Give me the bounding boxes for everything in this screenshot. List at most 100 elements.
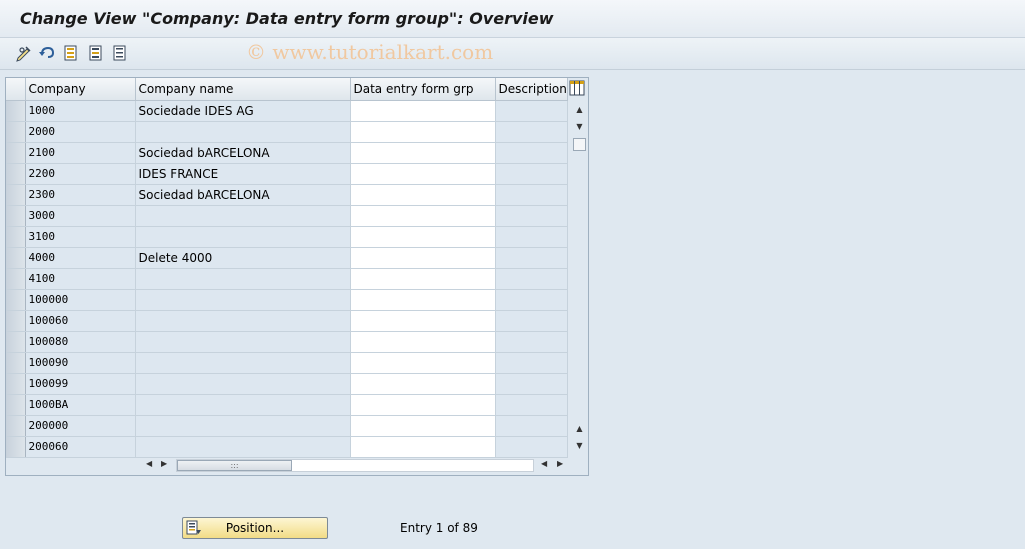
company-name-cell[interactable] [135, 394, 351, 416]
row-selector[interactable] [6, 289, 26, 311]
row-selector[interactable] [6, 205, 26, 227]
form-group-input[interactable] [350, 415, 496, 437]
table-row: 200060 [6, 436, 568, 458]
form-group-input[interactable] [350, 121, 496, 143]
description-cell [495, 247, 568, 269]
company-name-cell[interactable]: IDES FRANCE [135, 163, 351, 185]
company-cell[interactable]: 4100 [25, 268, 136, 290]
table-settings-button[interactable] [569, 80, 585, 96]
company-cell[interactable]: 2300 [25, 184, 136, 206]
select-all-button[interactable] [61, 43, 81, 63]
form-group-input[interactable] [350, 205, 496, 227]
horizontal-scroll-thumb[interactable]: ::: [177, 460, 292, 471]
scroll-left-arrow-icon[interactable]: ◀ [146, 459, 152, 468]
company-cell[interactable]: 100000 [25, 289, 136, 311]
company-name-cell[interactable] [135, 331, 351, 353]
form-group-input[interactable] [350, 142, 496, 164]
form-group-input[interactable] [350, 100, 496, 122]
company-name-cell[interactable]: Sociedade IDES AG [135, 100, 351, 122]
form-group-input[interactable] [350, 247, 496, 269]
form-group-input[interactable] [350, 268, 496, 290]
company-cell[interactable]: 100099 [25, 373, 136, 395]
row-selector[interactable] [6, 163, 26, 185]
scroll-right-end-arrow-icon[interactable]: ▶ [557, 459, 563, 468]
form-group-input[interactable] [350, 331, 496, 353]
row-selector[interactable] [6, 310, 26, 332]
row-selector[interactable] [6, 121, 26, 143]
form-group-input[interactable] [350, 394, 496, 416]
company-name-cell[interactable]: Sociedad bARCELONA [135, 142, 351, 164]
company-cell[interactable]: 2100 [25, 142, 136, 164]
column-header-company[interactable]: Company [25, 78, 136, 101]
company-cell[interactable]: 200060 [25, 436, 136, 458]
vertical-scrollbar[interactable]: ▲ ▼ ▲ ▼ [571, 101, 588, 455]
form-group-input[interactable] [350, 184, 496, 206]
company-name-cell[interactable] [135, 205, 351, 227]
company-cell[interactable]: 4000 [25, 247, 136, 269]
row-selector[interactable] [6, 142, 26, 164]
row-selector[interactable] [6, 331, 26, 353]
select-block-button[interactable] [86, 43, 106, 63]
form-group-input[interactable] [350, 289, 496, 311]
form-group-input[interactable] [350, 436, 496, 458]
row-selector[interactable] [6, 268, 26, 290]
horizontal-scroll-track[interactable]: ::: [176, 459, 534, 472]
company-cell[interactable]: 2200 [25, 163, 136, 185]
column-header-form-group[interactable]: Data entry form grp [350, 78, 496, 101]
horizontal-scrollbar[interactable]: ◀ ▶ ::: ◀ ▶ [141, 457, 571, 473]
position-button[interactable]: Position... [182, 517, 328, 539]
row-selector[interactable] [6, 436, 26, 458]
scroll-page-up-arrow-icon[interactable]: ▲ [574, 423, 585, 434]
company-name-cell[interactable] [135, 436, 351, 458]
scroll-up-arrow-icon[interactable]: ▲ [574, 104, 585, 115]
scroll-page-down-arrow-icon[interactable]: ▼ [574, 440, 585, 451]
row-selector[interactable] [6, 100, 26, 122]
company-name-cell[interactable] [135, 226, 351, 248]
row-selector[interactable] [6, 247, 26, 269]
form-group-input[interactable] [350, 226, 496, 248]
company-cell[interactable]: 100080 [25, 331, 136, 353]
table-row: 4100 [6, 268, 568, 290]
company-cell[interactable]: 100060 [25, 310, 136, 332]
form-group-input[interactable] [350, 310, 496, 332]
company-cell[interactable]: 2000 [25, 121, 136, 143]
scroll-right-arrow-icon[interactable]: ▶ [161, 459, 167, 468]
description-cell [495, 373, 568, 395]
row-selector[interactable] [6, 415, 26, 437]
company-name-cell[interactable] [135, 310, 351, 332]
row-selector[interactable] [6, 352, 26, 374]
scroll-left-end-arrow-icon[interactable]: ◀ [541, 459, 547, 468]
form-group-input[interactable] [350, 163, 496, 185]
scroll-down-arrow-icon[interactable]: ▼ [574, 121, 585, 132]
select-all-rows-button[interactable] [6, 78, 26, 101]
column-header-description[interactable]: Description [495, 78, 568, 101]
company-cell[interactable]: 100090 [25, 352, 136, 374]
description-cell [495, 394, 568, 416]
company-name-cell[interactable] [135, 415, 351, 437]
company-cell[interactable]: 3100 [25, 226, 136, 248]
vertical-scroll-thumb[interactable] [573, 138, 586, 151]
row-selector[interactable] [6, 226, 26, 248]
row-selector[interactable] [6, 373, 26, 395]
company-cell[interactable]: 1000BA [25, 394, 136, 416]
form-group-input[interactable] [350, 352, 496, 374]
change-display-button[interactable] [14, 43, 34, 63]
company-cell[interactable]: 1000 [25, 100, 136, 122]
row-selector[interactable] [6, 394, 26, 416]
company-name-cell[interactable] [135, 373, 351, 395]
form-group-input[interactable] [350, 373, 496, 395]
company-name-cell[interactable]: Delete 4000 [135, 247, 351, 269]
company-name-cell[interactable] [135, 289, 351, 311]
company-cell[interactable]: 3000 [25, 205, 136, 227]
deselect-all-button[interactable] [110, 43, 130, 63]
company-name-cell[interactable] [135, 352, 351, 374]
table-row: 1000 Sociedade IDES AG [6, 100, 568, 122]
column-header-company-name[interactable]: Company name [135, 78, 351, 101]
company-name-cell[interactable]: Sociedad bARCELONA [135, 184, 351, 206]
row-selector[interactable] [6, 184, 26, 206]
description-cell [495, 436, 568, 458]
company-cell[interactable]: 200000 [25, 415, 136, 437]
undo-button[interactable] [37, 43, 57, 63]
company-name-cell[interactable] [135, 268, 351, 290]
company-name-cell[interactable] [135, 121, 351, 143]
